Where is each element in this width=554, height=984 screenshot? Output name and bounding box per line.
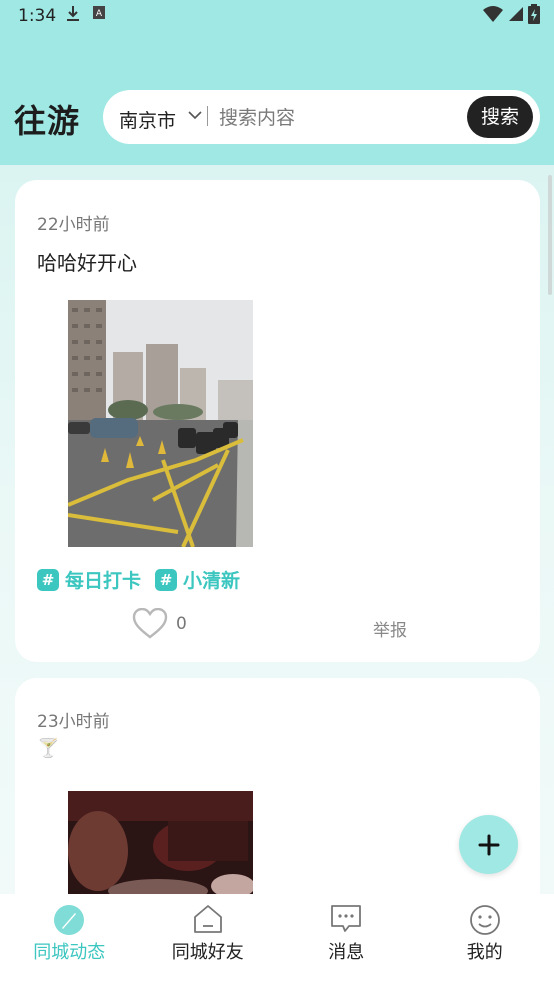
tag-item[interactable]: # 每日打卡: [37, 566, 141, 593]
nav-label: 消息: [328, 942, 365, 963]
post-photo[interactable]: [68, 791, 253, 901]
hashtag-icon: #: [155, 568, 178, 591]
nav-label: 同城动态: [33, 942, 106, 963]
nav-item-profile[interactable]: 我的: [416, 894, 554, 984]
smile-icon: [469, 905, 500, 935]
status-time: 1:34: [18, 6, 57, 26]
hashtag-icon: #: [37, 568, 59, 591]
heart-icon[interactable]: [132, 608, 168, 640]
plus-icon: [478, 834, 499, 855]
tag-label: 小清新: [183, 570, 241, 592]
nav-item-nearby-friends[interactable]: 同城好友: [139, 894, 278, 984]
nav-item-nearby-feed[interactable]: 同城动态: [0, 894, 139, 984]
tag-list: # 每日打卡 # 小清新: [37, 566, 240, 593]
tag-item[interactable]: # 小清新: [155, 566, 240, 593]
nav-label: 我的: [466, 942, 503, 963]
like-button[interactable]: 0: [132, 608, 187, 640]
post-time: 22小时前: [37, 215, 110, 235]
search-input[interactable]: [217, 100, 451, 136]
keyboard-a-icon: A: [93, 6, 105, 19]
scrollbar[interactable]: [548, 175, 552, 295]
search-bar: 南京市 搜索: [103, 90, 540, 144]
add-post-button[interactable]: [459, 815, 518, 874]
report-link[interactable]: 举报: [373, 616, 407, 641]
post-card[interactable]: 22小时前 哈哈好开心 # 每日打卡 # 小清新 0 举报: [15, 180, 540, 662]
status-icons-right: [482, 4, 540, 24]
header: 1:34 A 往游 南京市 搜索: [0, 0, 554, 165]
signal-icon: [509, 7, 523, 21]
download-icon: [67, 6, 79, 21]
svg-text:A: A: [96, 9, 103, 19]
divider: [207, 106, 208, 126]
compass-icon: [54, 905, 85, 935]
app-logo: 往游: [14, 102, 81, 140]
like-count: 0: [176, 614, 187, 634]
chevron-down-icon[interactable]: [187, 108, 203, 122]
post-content: 🍸: [37, 738, 60, 759]
post-photo[interactable]: [68, 300, 253, 547]
bottom-nav: 同城动态 同城好友 消息 我的: [0, 894, 554, 984]
post-time: 23小时前: [37, 712, 110, 732]
battery-icon: [528, 4, 540, 24]
search-button[interactable]: 搜索: [467, 96, 533, 138]
city-selector[interactable]: 南京市: [119, 106, 176, 133]
post-content: 哈哈好开心: [37, 251, 137, 275]
status-icons-left: A: [66, 4, 106, 22]
home-icon: [193, 905, 222, 933]
nav-label: 同城好友: [171, 942, 244, 963]
chat-icon: [331, 905, 362, 932]
nav-item-messages[interactable]: 消息: [277, 894, 416, 984]
tag-label: 每日打卡: [65, 570, 142, 592]
wifi-icon: [483, 6, 503, 22]
